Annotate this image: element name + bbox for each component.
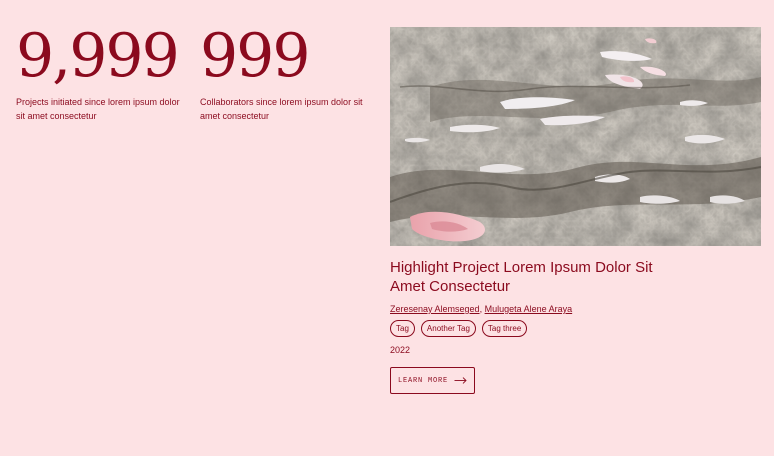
- author-link[interactable]: Zeresenay Alemseged: [390, 304, 480, 314]
- stat-collaborators: 999 Collaborators since lorem ipsum dolo…: [200, 20, 370, 123]
- satellite-terrain-image: [390, 27, 761, 246]
- project-title[interactable]: Highlight Project Lorem Ipsum Dolor Sit …: [390, 258, 690, 296]
- author-link[interactable]: Mulugeta Alene Araya: [485, 304, 573, 314]
- stat-projects: 9,999 Projects initiated since lorem ips…: [16, 20, 186, 123]
- learn-more-label: LEARN MORE: [397, 376, 448, 385]
- stat-number: 999: [200, 21, 311, 91]
- tag-chip[interactable]: Tag: [390, 320, 415, 337]
- project-year: 2022: [390, 345, 411, 355]
- stat-description: Collaborators since lorem ipsum dolor si…: [200, 97, 363, 121]
- tag-chip[interactable]: Another Tag: [420, 320, 476, 337]
- arrow-right-icon: [454, 377, 467, 384]
- stat-description: Projects initiated since lorem ipsum dol…: [16, 97, 180, 121]
- tag-chip[interactable]: Tag three: [481, 320, 528, 337]
- stat-number: 9,999: [16, 21, 180, 91]
- tag-list: Tag Another Tag Tag three: [390, 320, 528, 337]
- learn-more-button[interactable]: LEARN MORE: [390, 367, 475, 394]
- project-authors: Zeresenay Alemseged, Mulugeta Alene Aray…: [390, 303, 572, 315]
- author-separator: ,: [479, 304, 483, 314]
- project-image[interactable]: [390, 27, 761, 246]
